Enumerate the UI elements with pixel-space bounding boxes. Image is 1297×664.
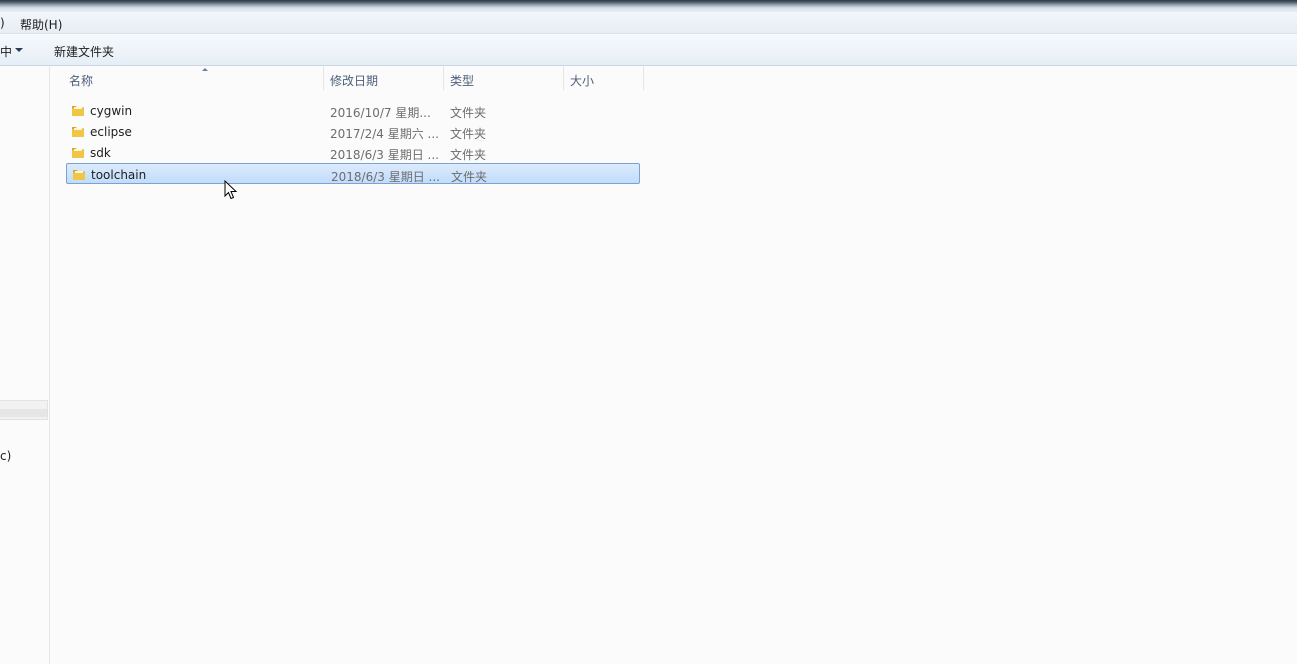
file-row[interactable]: toolchain 2018/6/3 星期日 ... 文件夹 (66, 163, 640, 184)
file-modified-date: 2016/10/7 星期... (330, 106, 431, 120)
menu-item-help[interactable]: 帮助(H) (20, 16, 62, 33)
column-header-modified-label: 修改日期 (330, 74, 379, 88)
folder-icon (72, 106, 84, 116)
file-modified-date: 2018/6/3 星期日 ... (330, 148, 439, 162)
file-list-pane: 名称 修改日期 类型 大小 cygwin 2016/10/7 星期... 文件夹 ec… (51, 66, 1297, 664)
column-headers: 名称 修改日期 类型 大小 (51, 66, 651, 90)
nav-item-partial-label[interactable]: c) (0, 449, 11, 463)
folder-icon (73, 170, 85, 180)
file-row[interactable]: cygwin 2016/10/7 星期... 文件夹 (66, 100, 640, 121)
toolbar-partial-button[interactable]: 中 (0, 43, 12, 60)
file-type: 文件夹 (451, 170, 488, 184)
file-name: cygwin (90, 104, 133, 118)
file-name: sdk (90, 146, 111, 160)
column-header-name[interactable]: 名称 (63, 66, 324, 90)
nav-selected-highlight (0, 409, 47, 417)
file-name: toolchain (91, 168, 147, 182)
file-modified-date: 2018/6/3 星期日 ... (331, 170, 440, 184)
column-header-modified[interactable]: 修改日期 (324, 66, 444, 90)
window-title-strip (0, 0, 1297, 12)
folder-icon (72, 148, 84, 158)
column-header-size[interactable]: 大小 (564, 66, 644, 90)
chevron-down-icon[interactable] (15, 48, 23, 52)
new-folder-button[interactable]: 新建文件夹 (54, 43, 114, 60)
file-row[interactable]: sdk 2018/6/3 星期日 ... 文件夹 (66, 142, 640, 163)
menu-item-partial[interactable]: ) (0, 16, 5, 30)
menu-bar: ) 帮助(H) (0, 12, 1297, 34)
mouse-cursor-icon (224, 180, 238, 200)
file-type: 文件夹 (450, 127, 487, 141)
file-row[interactable]: eclipse 2017/2/4 星期六 ... 文件夹 (66, 121, 640, 142)
sort-ascending-icon (202, 68, 208, 71)
column-header-type[interactable]: 类型 (444, 66, 564, 90)
nav-selected-item[interactable] (0, 400, 48, 420)
file-type: 文件夹 (450, 106, 487, 120)
column-header-type-label: 类型 (450, 74, 475, 88)
file-name: eclipse (90, 125, 132, 139)
navigation-pane: c) (0, 66, 50, 664)
folder-icon (72, 127, 84, 137)
command-toolbar: 中 新建文件夹 (0, 35, 1297, 66)
file-type: 文件夹 (450, 148, 487, 162)
column-header-name-label: 名称 (69, 74, 94, 88)
column-header-size-label: 大小 (570, 74, 595, 88)
file-modified-date: 2017/2/4 星期六 ... (330, 127, 439, 141)
